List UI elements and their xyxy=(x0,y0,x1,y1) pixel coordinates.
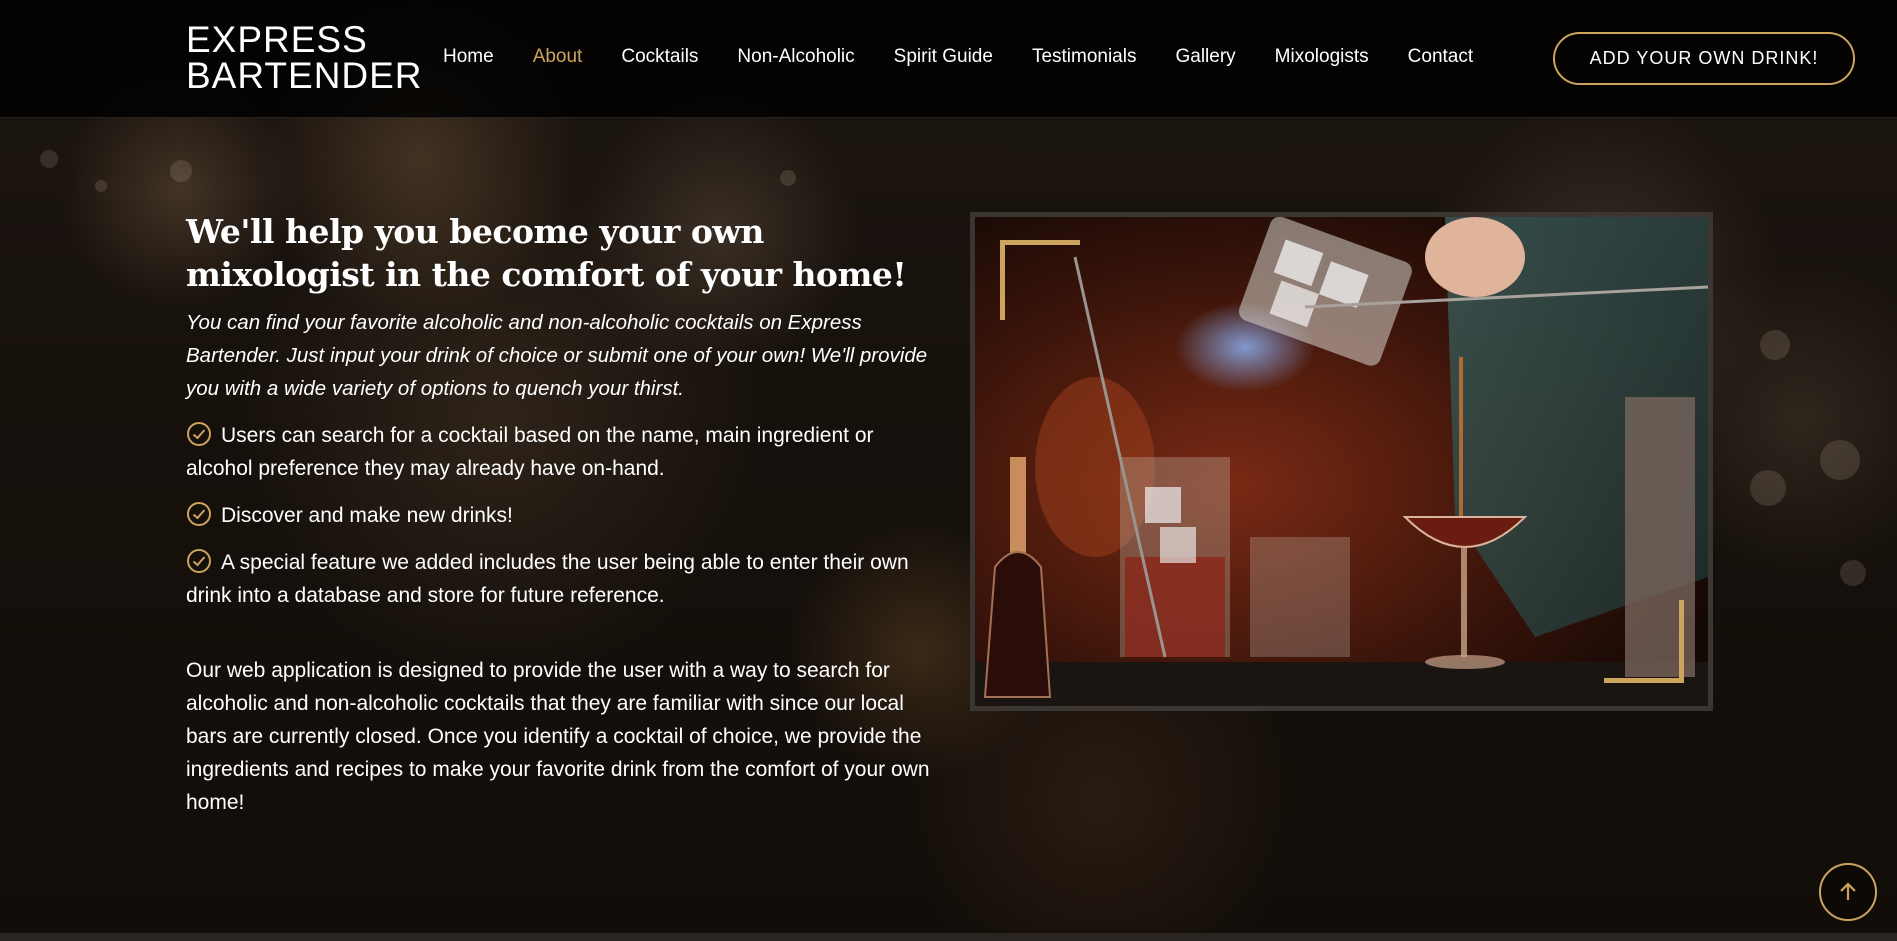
bartender-pouring-image xyxy=(975,217,1708,706)
check-circle-icon xyxy=(187,549,211,573)
nav-item-mixologists[interactable]: Mixologists xyxy=(1275,46,1369,68)
back-to-top-button[interactable] xyxy=(1819,863,1877,921)
site-logo[interactable]: EXPRESS BARTENDER xyxy=(186,19,423,96)
nav-item-testimonials[interactable]: Testimonials xyxy=(1032,46,1137,68)
arrow-up-icon xyxy=(1840,882,1856,900)
check-circle-icon xyxy=(187,422,211,446)
bokeh-light xyxy=(780,170,796,186)
nav-item-gallery[interactable]: Gallery xyxy=(1175,46,1235,68)
feature-list: Users can search for a cocktail based on… xyxy=(186,419,936,612)
nav-item-contact[interactable]: Contact xyxy=(1408,46,1473,68)
site-header: EXPRESS BARTENDER Home About Cocktails N… xyxy=(0,0,1897,118)
nav-item-non-alcoholic[interactable]: Non-Alcoholic xyxy=(737,46,854,68)
about-section: We'll help you become your own mixologis… xyxy=(186,210,936,819)
nav-item-about[interactable]: About xyxy=(533,46,583,68)
feature-item: A special feature we added includes the … xyxy=(186,546,936,612)
feature-text: A special feature we added includes the … xyxy=(186,551,909,607)
feature-text: Discover and make new drinks! xyxy=(221,504,513,527)
logo-line-2: BARTENDER xyxy=(186,55,423,96)
about-paragraph: Our web application is designed to provi… xyxy=(186,659,930,814)
footer-edge xyxy=(0,933,1897,941)
logo-line-1: EXPRESS xyxy=(186,19,368,60)
nav-item-home[interactable]: Home xyxy=(443,46,494,68)
nav-item-cocktails[interactable]: Cocktails xyxy=(621,46,698,68)
about-lead-text: You can find your favorite alcoholic and… xyxy=(186,311,928,400)
frame-corner-bottom-right xyxy=(1604,600,1684,683)
check-circle-icon xyxy=(187,502,211,526)
bokeh-light xyxy=(95,180,107,192)
bokeh-light xyxy=(40,150,58,168)
feature-item: Users can search for a cocktail based on… xyxy=(186,419,936,485)
feature-item: Discover and make new drinks! xyxy=(186,499,936,532)
bokeh-light xyxy=(1820,440,1860,480)
main-nav: Home About Cocktails Non-Alcoholic Spiri… xyxy=(443,46,1512,68)
bartender-photo xyxy=(970,212,1713,711)
frame-corner-top-left xyxy=(1000,240,1080,320)
feature-text: Users can search for a cocktail based on… xyxy=(186,424,874,480)
bokeh-light xyxy=(170,160,192,182)
about-heading: We'll help you become your own mixologis… xyxy=(186,212,907,294)
bokeh-light xyxy=(1840,560,1866,586)
add-your-own-drink-button[interactable]: ADD YOUR OWN DRINK! xyxy=(1553,32,1855,85)
bokeh-light xyxy=(1750,470,1786,506)
nav-item-spirit-guide[interactable]: Spirit Guide xyxy=(894,46,993,68)
bokeh-light xyxy=(1760,330,1790,360)
